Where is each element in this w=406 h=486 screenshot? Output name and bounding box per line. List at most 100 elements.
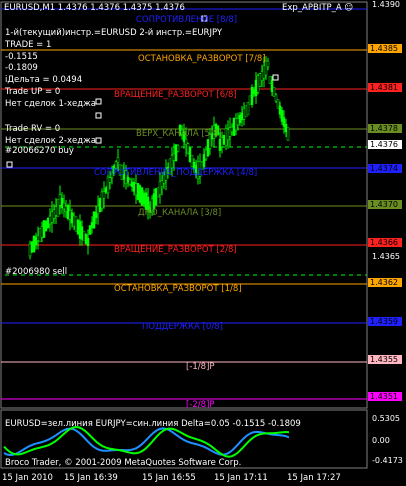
candle-body <box>96 205 100 215</box>
price-tag-1: 1.4362 <box>368 278 402 287</box>
candle-body <box>62 202 66 210</box>
price-tag-7: 1.4385 <box>368 44 402 53</box>
price-tag-6: 1.4381 <box>368 83 402 92</box>
chart-canvas[interactable] <box>0 0 406 486</box>
candle-body <box>58 194 62 206</box>
candle-body <box>34 236 38 246</box>
oscillator-series-line <box>3 427 290 457</box>
candle-body <box>78 221 82 239</box>
candle-body <box>202 154 206 167</box>
candle-body <box>88 225 92 235</box>
level-label-7: ОСТАНОВКА_РАЗВОРОТ [7/8] <box>138 54 266 64</box>
price-tag-m1: 1.4355 <box>368 355 402 364</box>
oscillator-label: EURUSD=зел.линия EURJPY=син.линия Delta=… <box>5 419 301 429</box>
level-label-3: ДНО_КАНАЛА [3/8] <box>138 208 222 218</box>
candle-body <box>130 181 134 187</box>
candle-body <box>280 110 284 122</box>
candle-body <box>160 180 164 188</box>
level-label-6: ВРАЩЕНИЕ_РАЗВОРОТ [6/8] <box>114 90 237 100</box>
candle-body <box>172 153 176 161</box>
expert-name[interactable]: Exp_APBITP_A ☺ <box>282 3 353 13</box>
candle-body <box>282 117 286 127</box>
candle-body <box>74 216 78 232</box>
osc-tick-bottom: -0.4173 <box>372 456 403 465</box>
candle-body <box>154 188 158 206</box>
candle-body <box>116 157 120 163</box>
price-tag-m2: 1.4351 <box>368 392 402 401</box>
order-sell-label[interactable]: #2006980 sell <box>5 267 67 277</box>
level-label-0: ПОДДЕРЖКА [0/8] <box>142 322 223 332</box>
order-buy-label[interactable]: #20066270 buy <box>5 146 74 156</box>
candle-body <box>108 177 112 183</box>
candle-body <box>68 210 72 220</box>
candle-body <box>220 137 224 148</box>
level-label-2: ВРАЩЕНИЕ_РАЗВОРОТ [2/8] <box>114 245 237 255</box>
candle-body <box>132 181 136 192</box>
candle-body <box>236 118 240 125</box>
candle-body <box>268 75 272 85</box>
axis-price-top: 1.4390 <box>372 0 400 9</box>
candle-body <box>128 179 132 185</box>
candle-body <box>252 89 256 95</box>
candle-body <box>218 139 222 151</box>
candle-body <box>228 127 232 137</box>
candle-body <box>156 187 160 198</box>
level-label-m2: [-2/8]P <box>186 400 215 410</box>
candle-body <box>158 181 162 195</box>
level-label-5: ВЕРХ_КАНАЛА [5/8] <box>136 129 222 139</box>
level-label-m1: [-1/8]P <box>186 362 215 372</box>
candle-body <box>254 79 258 97</box>
candles <box>28 56 290 260</box>
info-value-1: -0.1515 <box>5 52 38 62</box>
candle-body <box>244 105 248 117</box>
candle-body <box>266 60 270 68</box>
candle-body <box>272 87 276 97</box>
osc-tick-mid: 0.00 <box>372 436 390 445</box>
candle-body <box>188 147 192 163</box>
candle-body <box>136 183 140 201</box>
candle-body <box>82 231 86 241</box>
price-tag-4: 1.4374 <box>368 164 402 173</box>
candle-body <box>246 102 250 116</box>
candle-body <box>286 127 290 141</box>
candle-body <box>274 94 278 102</box>
candle-body <box>152 193 156 209</box>
level-label-1: ОСТАНОВКА_РАЗВОРОТ [1/8] <box>114 284 242 294</box>
candle-body <box>86 237 90 247</box>
candle-body <box>64 206 68 212</box>
candle-body <box>276 99 280 109</box>
info-trade-rv: Trade RV = 0 <box>5 124 61 134</box>
candle-body <box>98 197 102 213</box>
price-tag-5: 1.4378 <box>368 124 402 133</box>
osc-tick-top: 0.5305 <box>372 414 400 423</box>
candle-body <box>138 185 142 203</box>
candle-body <box>106 176 110 194</box>
candle-body <box>80 226 84 240</box>
symbol-header: EURUSD,M1 1.4376 1.4376 1.4375 1.4376 <box>4 3 185 13</box>
candle-body <box>142 193 146 205</box>
candle-body <box>76 219 80 235</box>
price-tag-3: 1.4370 <box>368 200 402 209</box>
candle-body <box>60 197 64 209</box>
price-tag-2: 1.4366 <box>368 238 402 247</box>
candle-body <box>30 241 34 253</box>
info-trade: TRADE = 1 <box>5 40 52 50</box>
oscillator-lines <box>3 425 290 458</box>
candle-body <box>42 220 46 238</box>
candle-body <box>242 108 246 120</box>
oscillator-series-line <box>3 425 290 458</box>
candle-body <box>262 65 266 79</box>
candle-body <box>40 226 44 238</box>
candle-body <box>184 138 188 145</box>
candle-body <box>190 155 194 168</box>
candle-body <box>140 187 144 206</box>
candle-body <box>230 126 234 133</box>
candle-body <box>134 183 138 196</box>
candle-body <box>72 215 76 227</box>
candle-body <box>84 233 88 245</box>
current-price-tag: 1.4376 <box>368 140 402 149</box>
time-label-0: 15 Jan 2010 <box>2 473 53 483</box>
time-label-2: 15 Jan 16:55 <box>142 473 196 483</box>
candle-body <box>66 204 70 220</box>
candle-body <box>70 212 74 224</box>
